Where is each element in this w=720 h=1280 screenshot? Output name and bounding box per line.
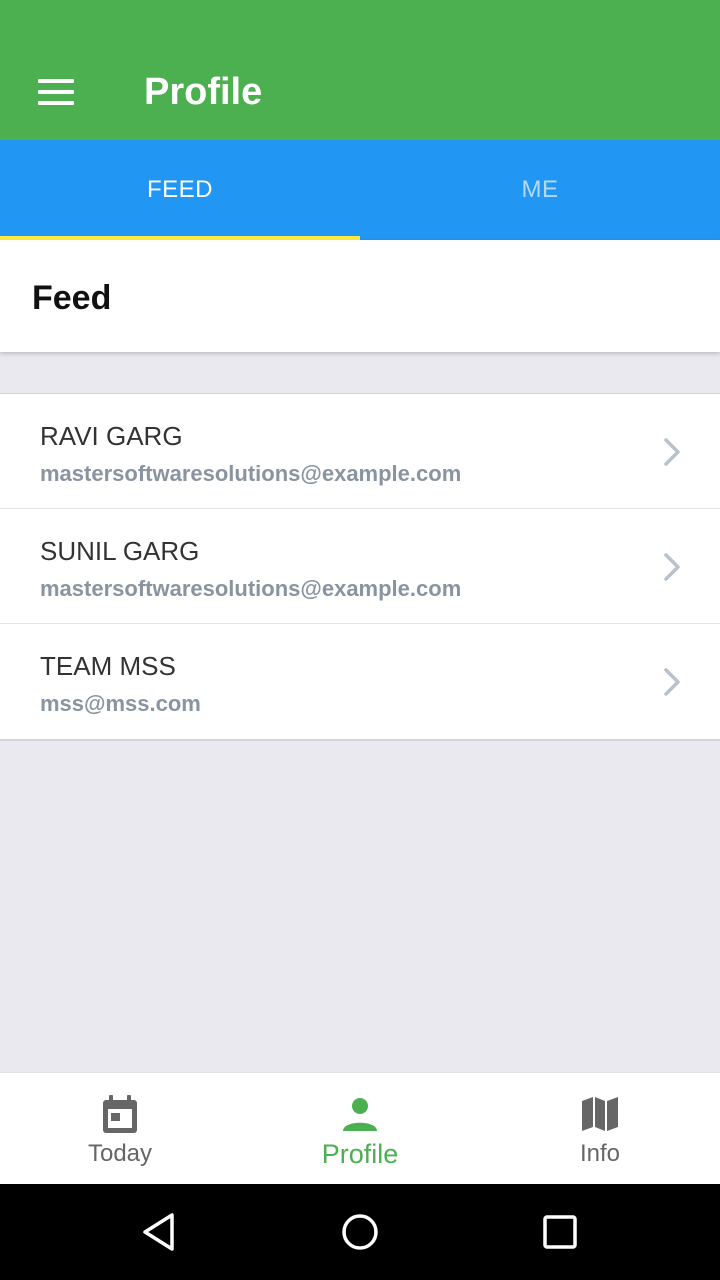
contact-list: RAVI GARG mastersoftwaresolutions@exampl…: [0, 393, 720, 741]
chevron-right-icon: [664, 438, 680, 466]
list-item[interactable]: TEAM MSS mss@mss.com: [0, 624, 720, 739]
section-header: Feed: [0, 240, 720, 352]
contact-name: RAVI GARG: [40, 421, 183, 451]
contact-email: mastersoftwaresolutions@example.com: [40, 576, 462, 601]
home-icon[interactable]: [338, 1210, 382, 1254]
recents-icon[interactable]: [538, 1210, 582, 1254]
contact-email: mastersoftwaresolutions@example.com: [40, 461, 462, 486]
tab-me[interactable]: ME: [360, 140, 720, 240]
contact-name: SUNIL GARG: [40, 536, 200, 566]
contact-name: TEAM MSS: [40, 651, 176, 681]
list-item[interactable]: RAVI GARG mastersoftwaresolutions@exampl…: [0, 394, 720, 509]
tab-feed[interactable]: FEED: [0, 140, 360, 240]
chevron-right-icon: [664, 553, 680, 581]
contact-email: mss@mss.com: [40, 691, 201, 716]
calendar-icon: [103, 1095, 137, 1133]
nav-label-today: Today: [87, 1140, 153, 1167]
person-icon: [343, 1098, 377, 1131]
bottom-nav-info[interactable]: Info: [480, 1073, 720, 1184]
system-nav-bar: [0, 1184, 720, 1280]
nav-label-profile: Profile: [321, 1139, 399, 1169]
section-title: Feed: [32, 279, 112, 317]
back-icon[interactable]: [138, 1210, 182, 1254]
app-bar: Profile: [0, 0, 720, 140]
page-title: Profile: [144, 71, 263, 113]
hamburger-menu-icon[interactable]: [28, 70, 84, 114]
tab-feed-label: FEED: [146, 176, 213, 203]
bottom-nav-today[interactable]: Today: [0, 1073, 240, 1184]
list-item[interactable]: SUNIL GARG mastersoftwaresolutions@examp…: [0, 509, 720, 624]
map-icon: [582, 1097, 618, 1131]
nav-label-info: Info: [579, 1140, 621, 1167]
chevron-right-icon: [664, 668, 680, 696]
tab-me-label: ME: [521, 176, 559, 203]
bottom-nav-profile[interactable]: Profile: [240, 1073, 480, 1184]
tab-bar: FEED ME: [0, 140, 720, 240]
bottom-nav: Today Profile Info: [0, 1072, 720, 1184]
